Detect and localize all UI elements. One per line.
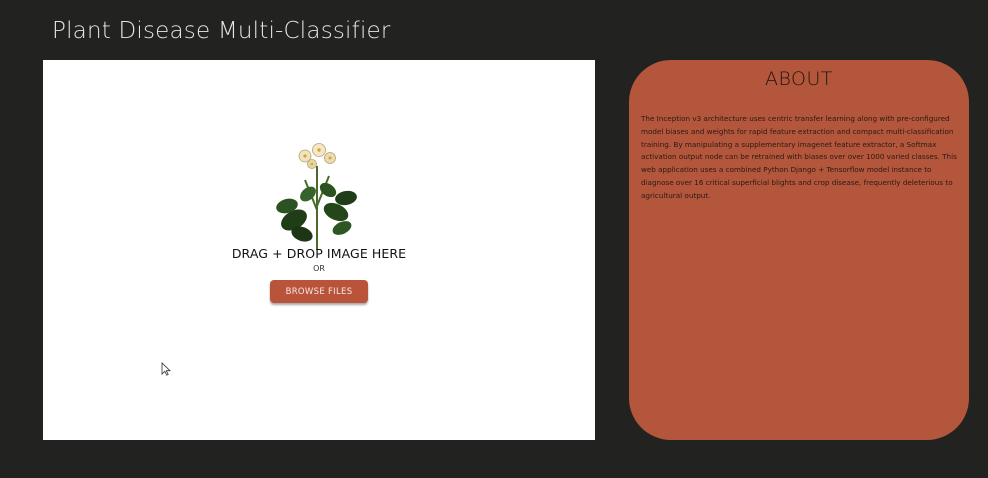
upload-dropzone[interactable]: DRAG + DROP IMAGE HERE OR BROWSE FILES — [43, 60, 595, 440]
drop-label: DRAG + DROP IMAGE HERE — [231, 246, 407, 261]
plant-illustration — [276, 143, 357, 250]
browse-files-button[interactable]: BROWSE FILES — [270, 280, 368, 303]
about-panel: ABOUT The Inception v3 architecture uses… — [629, 60, 969, 440]
or-label: OR — [313, 264, 325, 273]
mouse-pointer-icon — [161, 362, 171, 376]
page-title: Plant Disease Multi-Classifier — [52, 18, 391, 44]
about-description: The Inception v3 architecture uses centr… — [641, 114, 957, 200]
about-heading: ABOUT — [764, 68, 834, 90]
